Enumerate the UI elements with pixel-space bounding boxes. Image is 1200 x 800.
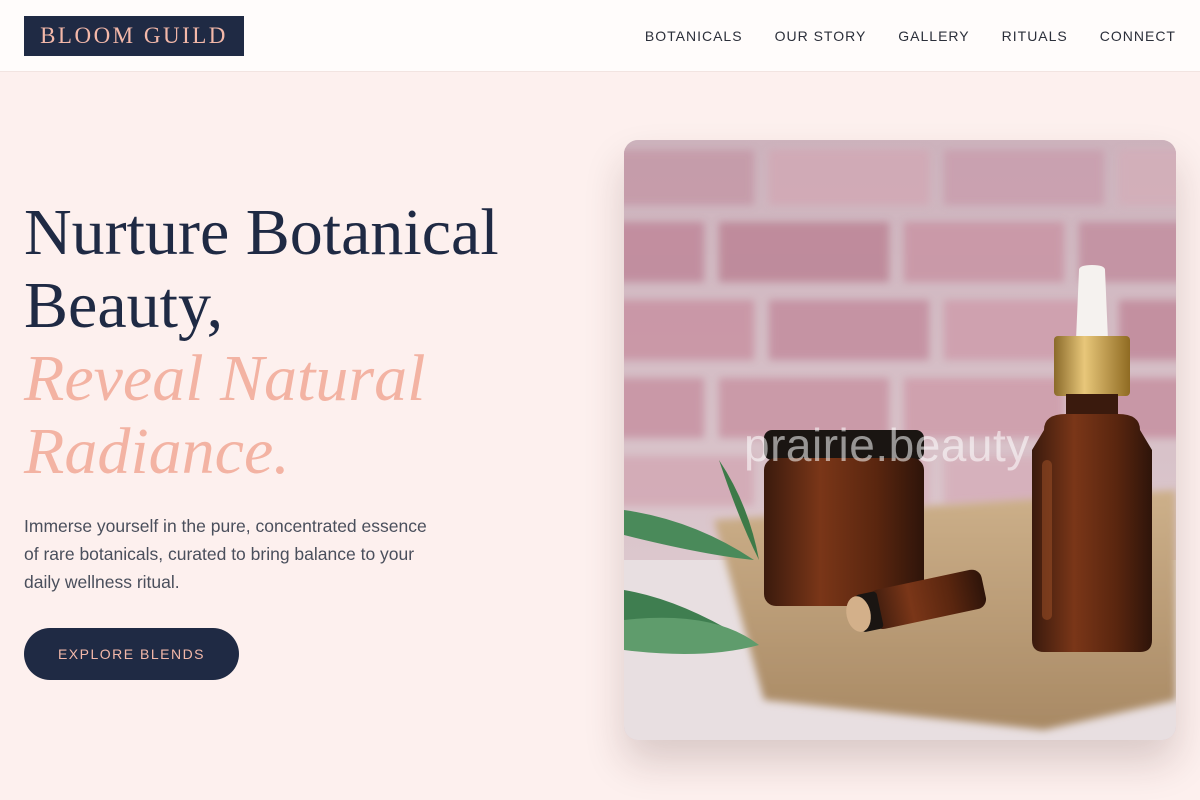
nav-link-botanicals[interactable]: BOTANICALS xyxy=(645,28,743,44)
hero-product-image: prairie.beauty xyxy=(624,140,1176,740)
explore-blends-button[interactable]: EXPLORE BLENDS xyxy=(24,628,239,680)
brand-logo[interactable]: BLOOM GUILD xyxy=(24,16,244,56)
hero-description: Immerse yourself in the pure, concentrat… xyxy=(24,516,427,592)
hero-title-line-2: Beauty, xyxy=(24,269,224,342)
nav-link-our-story[interactable]: OUR STORY xyxy=(775,28,867,44)
image-watermark: prairie.beauty xyxy=(744,419,1030,471)
hero-accent-line-1: Reveal Natural xyxy=(24,342,426,415)
site-header: BLOOM GUILD BOTANICALS OUR STORY GALLERY… xyxy=(0,0,1200,72)
nav-link-gallery[interactable]: GALLERY xyxy=(898,28,969,44)
nav-link-rituals[interactable]: RITUALS xyxy=(1002,28,1068,44)
hero-title: Nurture Botanical Beauty, Reveal Natural… xyxy=(24,196,584,488)
nav-link-connect[interactable]: CONNECT xyxy=(1100,28,1176,44)
main-nav: BOTANICALS OUR STORY GALLERY RITUALS CON… xyxy=(645,0,1176,72)
hero-accent-line-2: Radiance. xyxy=(24,415,290,488)
hero-title-line-1: Nurture Botanical xyxy=(24,196,499,269)
